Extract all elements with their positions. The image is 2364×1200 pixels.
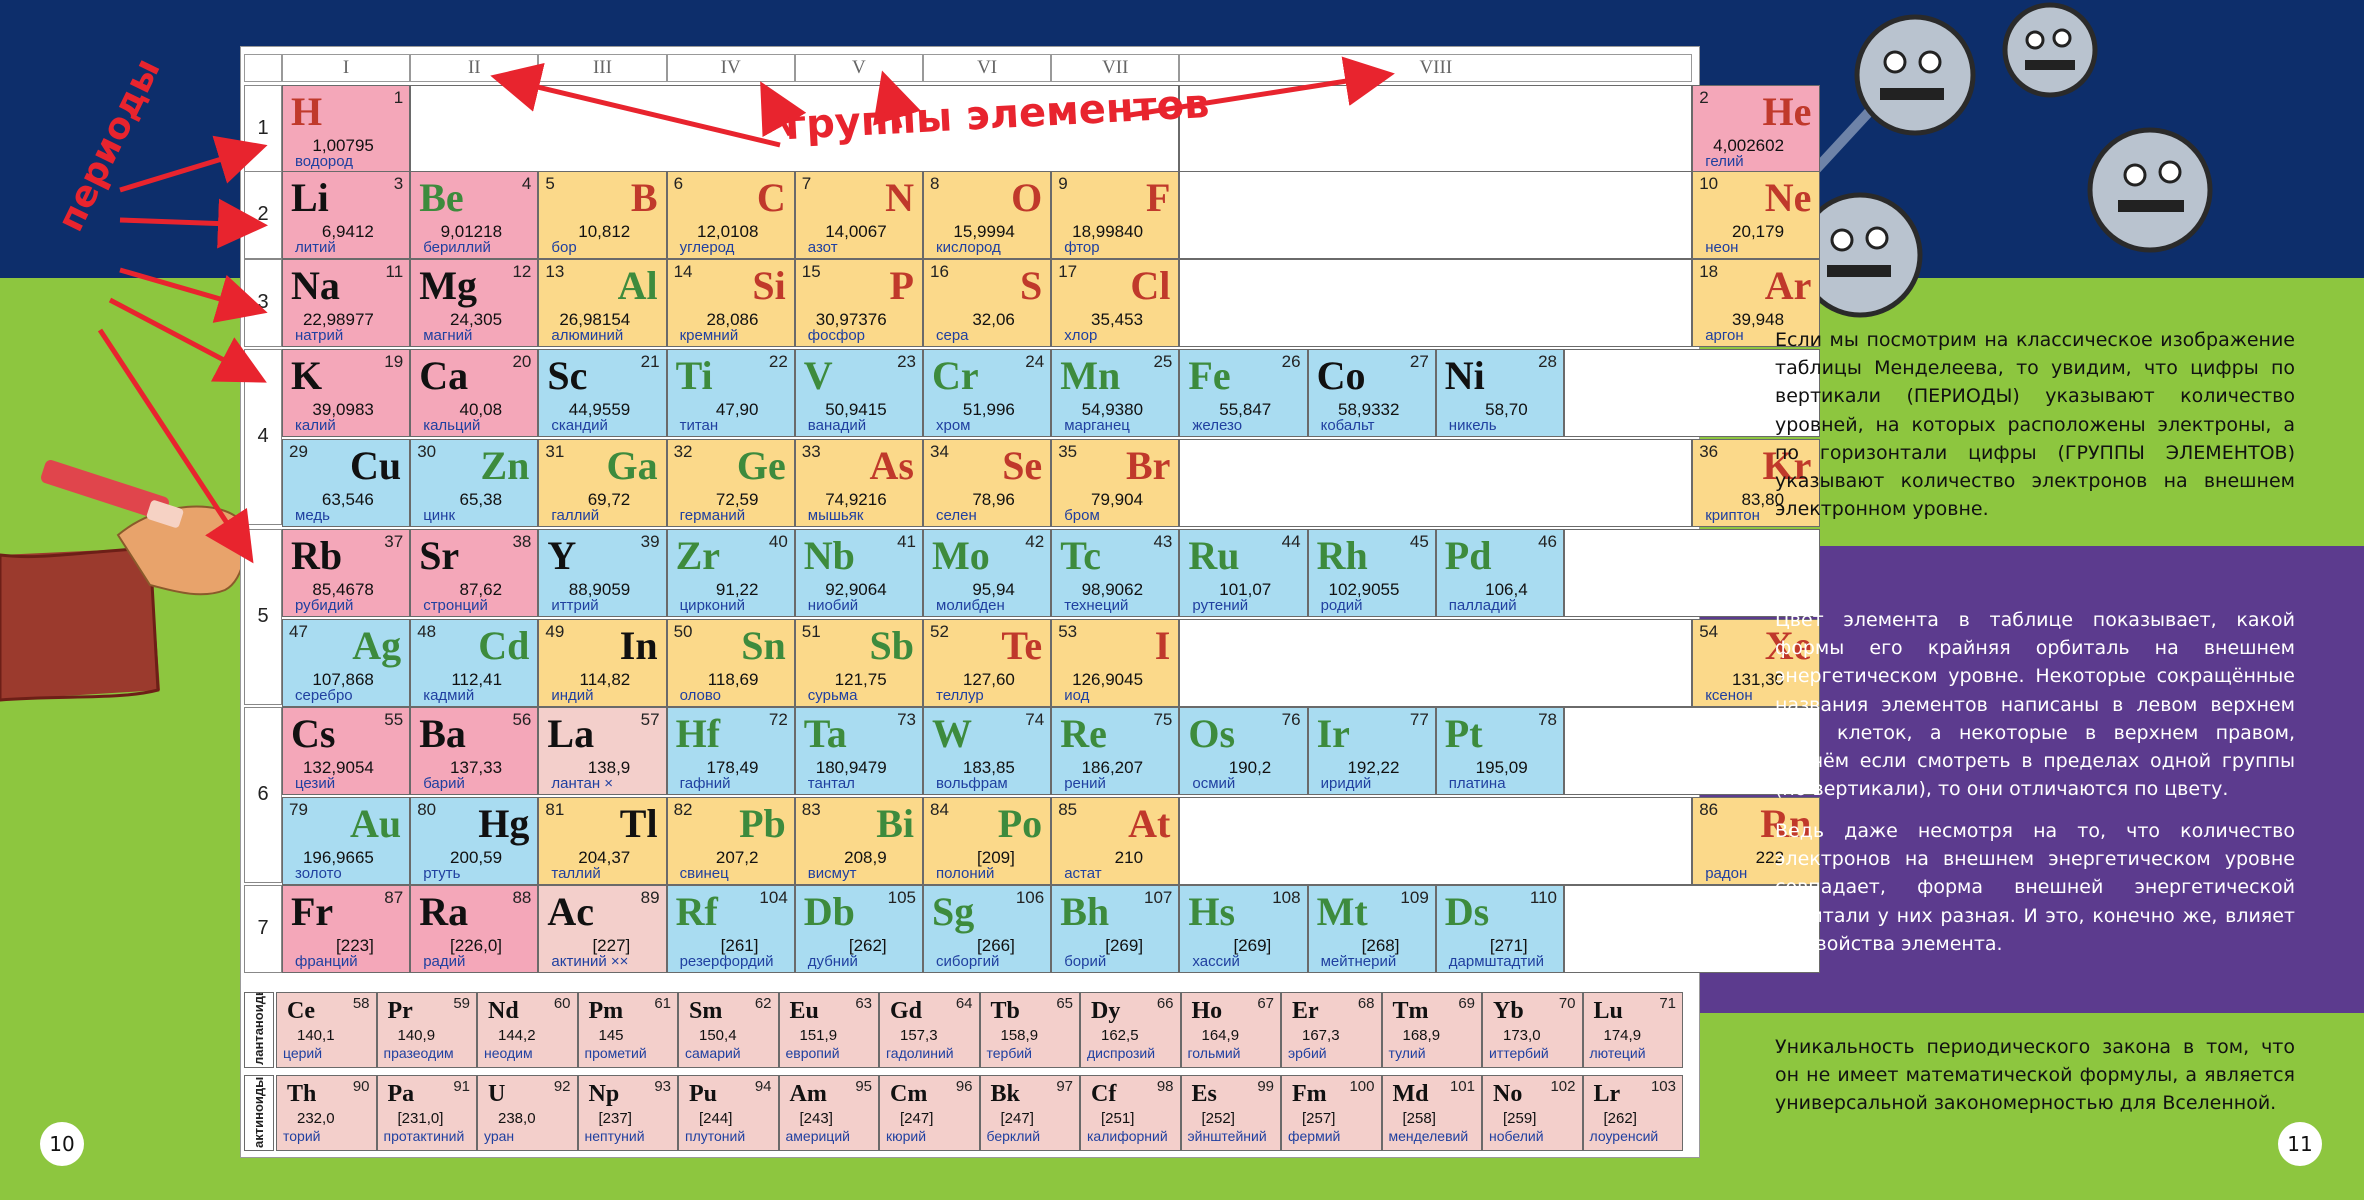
paragraph-universal-law: Уникальность периодического закона в том… xyxy=(1775,1036,2295,1115)
paragraph-color-meaning: Цвет элемента в таблице показывает, како… xyxy=(1775,609,2295,801)
paragraph-periods-groups: Если мы посмотрим на классическое изобра… xyxy=(1775,329,2295,521)
paragraph-orbital-shape: Ведь даже несмотря на то, что количество… xyxy=(1775,820,2295,955)
page-number-left: 10 xyxy=(40,1122,84,1166)
annotation-arrows xyxy=(97,56,1395,564)
page-number-right: 11 xyxy=(2278,1122,2322,1166)
book-spread: I II III IV V VI VII VIII 1 2 3 4 5 6 7 1 H 1,00795 водоро… xyxy=(0,0,2364,1200)
